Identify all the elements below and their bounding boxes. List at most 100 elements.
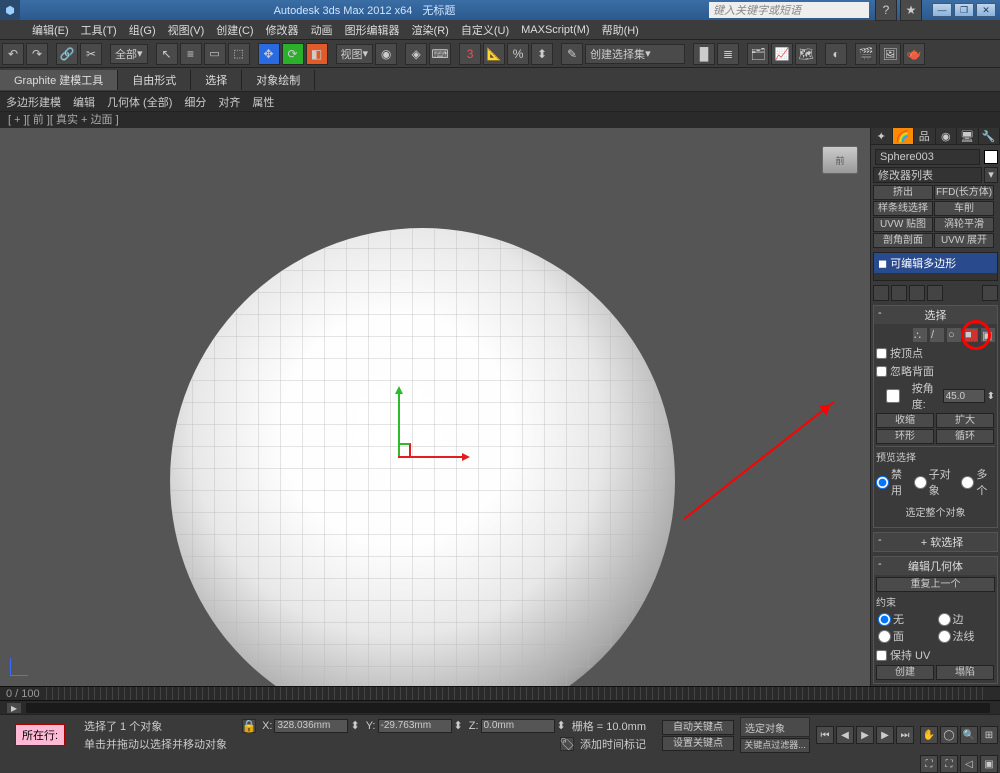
restore-button[interactable]: ❐ — [954, 3, 974, 17]
viewcube[interactable]: 前 — [822, 146, 858, 174]
timeline-slider[interactable] — [46, 687, 988, 700]
app-logo[interactable]: ⬢ — [0, 0, 20, 20]
constraint-none-radio[interactable] — [878, 613, 891, 626]
subobj-polygon-icon[interactable]: ■ — [964, 328, 978, 342]
align-button[interactable]: ≣ — [717, 43, 739, 65]
ribbon-tab-graphite[interactable]: Graphite 建模工具 — [0, 70, 118, 90]
cp-tab-hierarchy[interactable]: 品 — [914, 128, 936, 144]
mod-btn-unwrap[interactable]: UVW 展开 — [934, 233, 994, 248]
use-pivot-center-button[interactable]: ◉ — [375, 43, 397, 65]
mod-btn-ffd[interactable]: FFD(长方体) — [934, 185, 994, 200]
pin-stack-icon[interactable] — [873, 285, 889, 301]
unlink-button[interactable]: ✂ — [80, 43, 102, 65]
viewport[interactable]: 前 — [0, 128, 870, 686]
prev-frame-button[interactable]: ◀ — [836, 726, 854, 744]
by-angle-checkbox[interactable] — [876, 389, 910, 403]
subobj-element-icon[interactable]: ▣ — [981, 328, 995, 342]
by-angle-spinner[interactable] — [943, 389, 985, 403]
maxscript-listener-button[interactable]: 所在行: — [15, 724, 65, 746]
goto-end-button[interactable]: ⏭ — [896, 726, 914, 744]
redo-button[interactable]: ↷ — [26, 43, 48, 65]
pan-view-button[interactable]: ✋ — [920, 726, 938, 744]
select-object-button[interactable]: ↖ — [156, 43, 178, 65]
cp-tab-display[interactable]: 🖥 — [957, 128, 979, 144]
time-tag-icon[interactable]: 🏷 — [560, 737, 574, 751]
goto-start-button[interactable]: ⏮ — [816, 726, 834, 744]
ribbon-panel-subdivision[interactable]: 细分 — [184, 94, 206, 110]
repeat-last-button[interactable]: 重复上一个 — [876, 577, 995, 592]
shrink-button[interactable]: 收缩 — [876, 413, 934, 428]
named-sel-set-dropdown[interactable]: 创建选择集 ▾ — [585, 44, 685, 64]
select-rotate-button[interactable]: ⟳ — [282, 43, 304, 65]
constraint-normal-radio[interactable] — [938, 630, 951, 643]
menu-maxscript[interactable]: MAXScript(M) — [515, 24, 595, 36]
max-toggle-button[interactable]: ▣ — [980, 755, 998, 773]
percent-snap-button[interactable]: % — [507, 43, 529, 65]
ribbon-panel-poly-model[interactable]: 多边形建模 — [6, 94, 61, 110]
preview-disable-radio[interactable] — [876, 476, 889, 489]
cp-tab-motion[interactable]: ◉ — [936, 128, 958, 144]
rect-select-icon[interactable]: ▭ — [204, 43, 226, 65]
edit-named-sel-button[interactable]: ✎ — [561, 43, 583, 65]
menu-graph-editors[interactable]: 图形编辑器 — [339, 22, 406, 38]
rollout-selection-header[interactable]: 选择 — [874, 306, 997, 324]
zoom-button[interactable]: 🔍 — [960, 726, 978, 744]
preview-subobj-radio[interactable] — [914, 476, 927, 489]
mod-btn-uvw-map[interactable]: UVW 贴图 — [873, 217, 933, 232]
lock-selection-icon[interactable]: 🔒 — [242, 719, 256, 733]
rollout-edit-geom-header[interactable]: 编辑几何体 — [874, 557, 997, 575]
coord-y-input[interactable] — [378, 719, 452, 733]
info-icon[interactable]: ★ — [900, 0, 922, 21]
modifier-list-dropdown[interactable]: 修改器列表 — [873, 167, 982, 183]
angle-snap-button[interactable]: 📐 — [483, 43, 505, 65]
add-time-tag-label[interactable]: 添加时间标记 — [580, 736, 646, 752]
cp-tab-modify[interactable]: 🌈 — [893, 128, 915, 144]
configure-sets-icon[interactable] — [982, 285, 998, 301]
ring-button[interactable]: 环形 — [876, 429, 934, 444]
coord-z-input[interactable] — [481, 719, 555, 733]
ref-coord-dropdown[interactable]: 视图 ▾ — [336, 44, 374, 64]
spinner-snap-button[interactable]: ⬍ — [531, 43, 553, 65]
keymode-dropdown[interactable]: 选定对象 — [740, 717, 810, 737]
object-color-swatch[interactable] — [984, 150, 998, 164]
render-setup-button[interactable]: 🎬 — [855, 43, 877, 65]
arc-rotate-button[interactable]: ◯ — [940, 726, 958, 744]
constraint-edge-radio[interactable] — [938, 613, 951, 626]
trackbar[interactable] — [26, 703, 990, 713]
constraint-face-radio[interactable] — [878, 630, 891, 643]
make-unique-icon[interactable] — [909, 285, 925, 301]
play-button[interactable]: ▶ — [856, 726, 874, 744]
zoom-extents-all-button[interactable]: ⛶ — [940, 755, 958, 773]
select-by-name-button[interactable]: ≡ — [180, 43, 202, 65]
menu-views[interactable]: 视图(V) — [162, 22, 211, 38]
ignore-backfacing-checkbox[interactable] — [876, 366, 887, 377]
schematic-view-button[interactable]: 🗺 — [795, 43, 817, 65]
subobj-border-icon[interactable]: ○ — [947, 328, 961, 342]
preview-multi-radio[interactable] — [961, 476, 974, 489]
render-production-button[interactable]: 🫖 — [903, 43, 925, 65]
ribbon-panel-geometry[interactable]: 几何体 (全部) — [107, 94, 172, 110]
ribbon-panel-edit[interactable]: 编辑 — [73, 94, 95, 110]
setkey-button[interactable]: 设置关键点 — [662, 736, 734, 751]
autokey-button[interactable]: 自动关键点 — [662, 720, 734, 735]
zoom-all-button[interactable]: ⊞ — [980, 726, 998, 744]
mod-btn-turbosmooth[interactable]: 涡轮平滑 — [934, 217, 994, 232]
menu-create[interactable]: 创建(C) — [210, 22, 259, 38]
trackbar-toggle-icon[interactable]: ▸ — [6, 702, 22, 714]
object-name-field[interactable]: Sphere003 — [875, 149, 980, 165]
help-search-input[interactable]: 键入关键字或短语 — [709, 2, 869, 18]
zoom-extents-button[interactable]: ⛶ — [920, 755, 938, 773]
menu-customize[interactable]: 自定义(U) — [455, 22, 515, 38]
menu-edit[interactable]: 编辑(E) — [26, 22, 75, 38]
mirror-button[interactable]: ▐▌ — [693, 43, 715, 65]
menu-rendering[interactable]: 渲染(R) — [406, 22, 455, 38]
loop-button[interactable]: 循环 — [936, 429, 994, 444]
selection-filter-dropdown[interactable]: 全部 ▾ — [110, 44, 148, 64]
ribbon-tab-object-paint[interactable]: 对象绘制 — [242, 70, 315, 90]
ribbon-tab-selection[interactable]: 选择 — [191, 70, 242, 90]
undo-button[interactable]: ↶ — [2, 43, 24, 65]
by-vertex-checkbox[interactable] — [876, 348, 887, 359]
mod-btn-chamfer[interactable]: 剖角剖面 — [873, 233, 933, 248]
create-geom-button[interactable]: 创建 — [876, 665, 934, 680]
remove-modifier-icon[interactable] — [927, 285, 943, 301]
